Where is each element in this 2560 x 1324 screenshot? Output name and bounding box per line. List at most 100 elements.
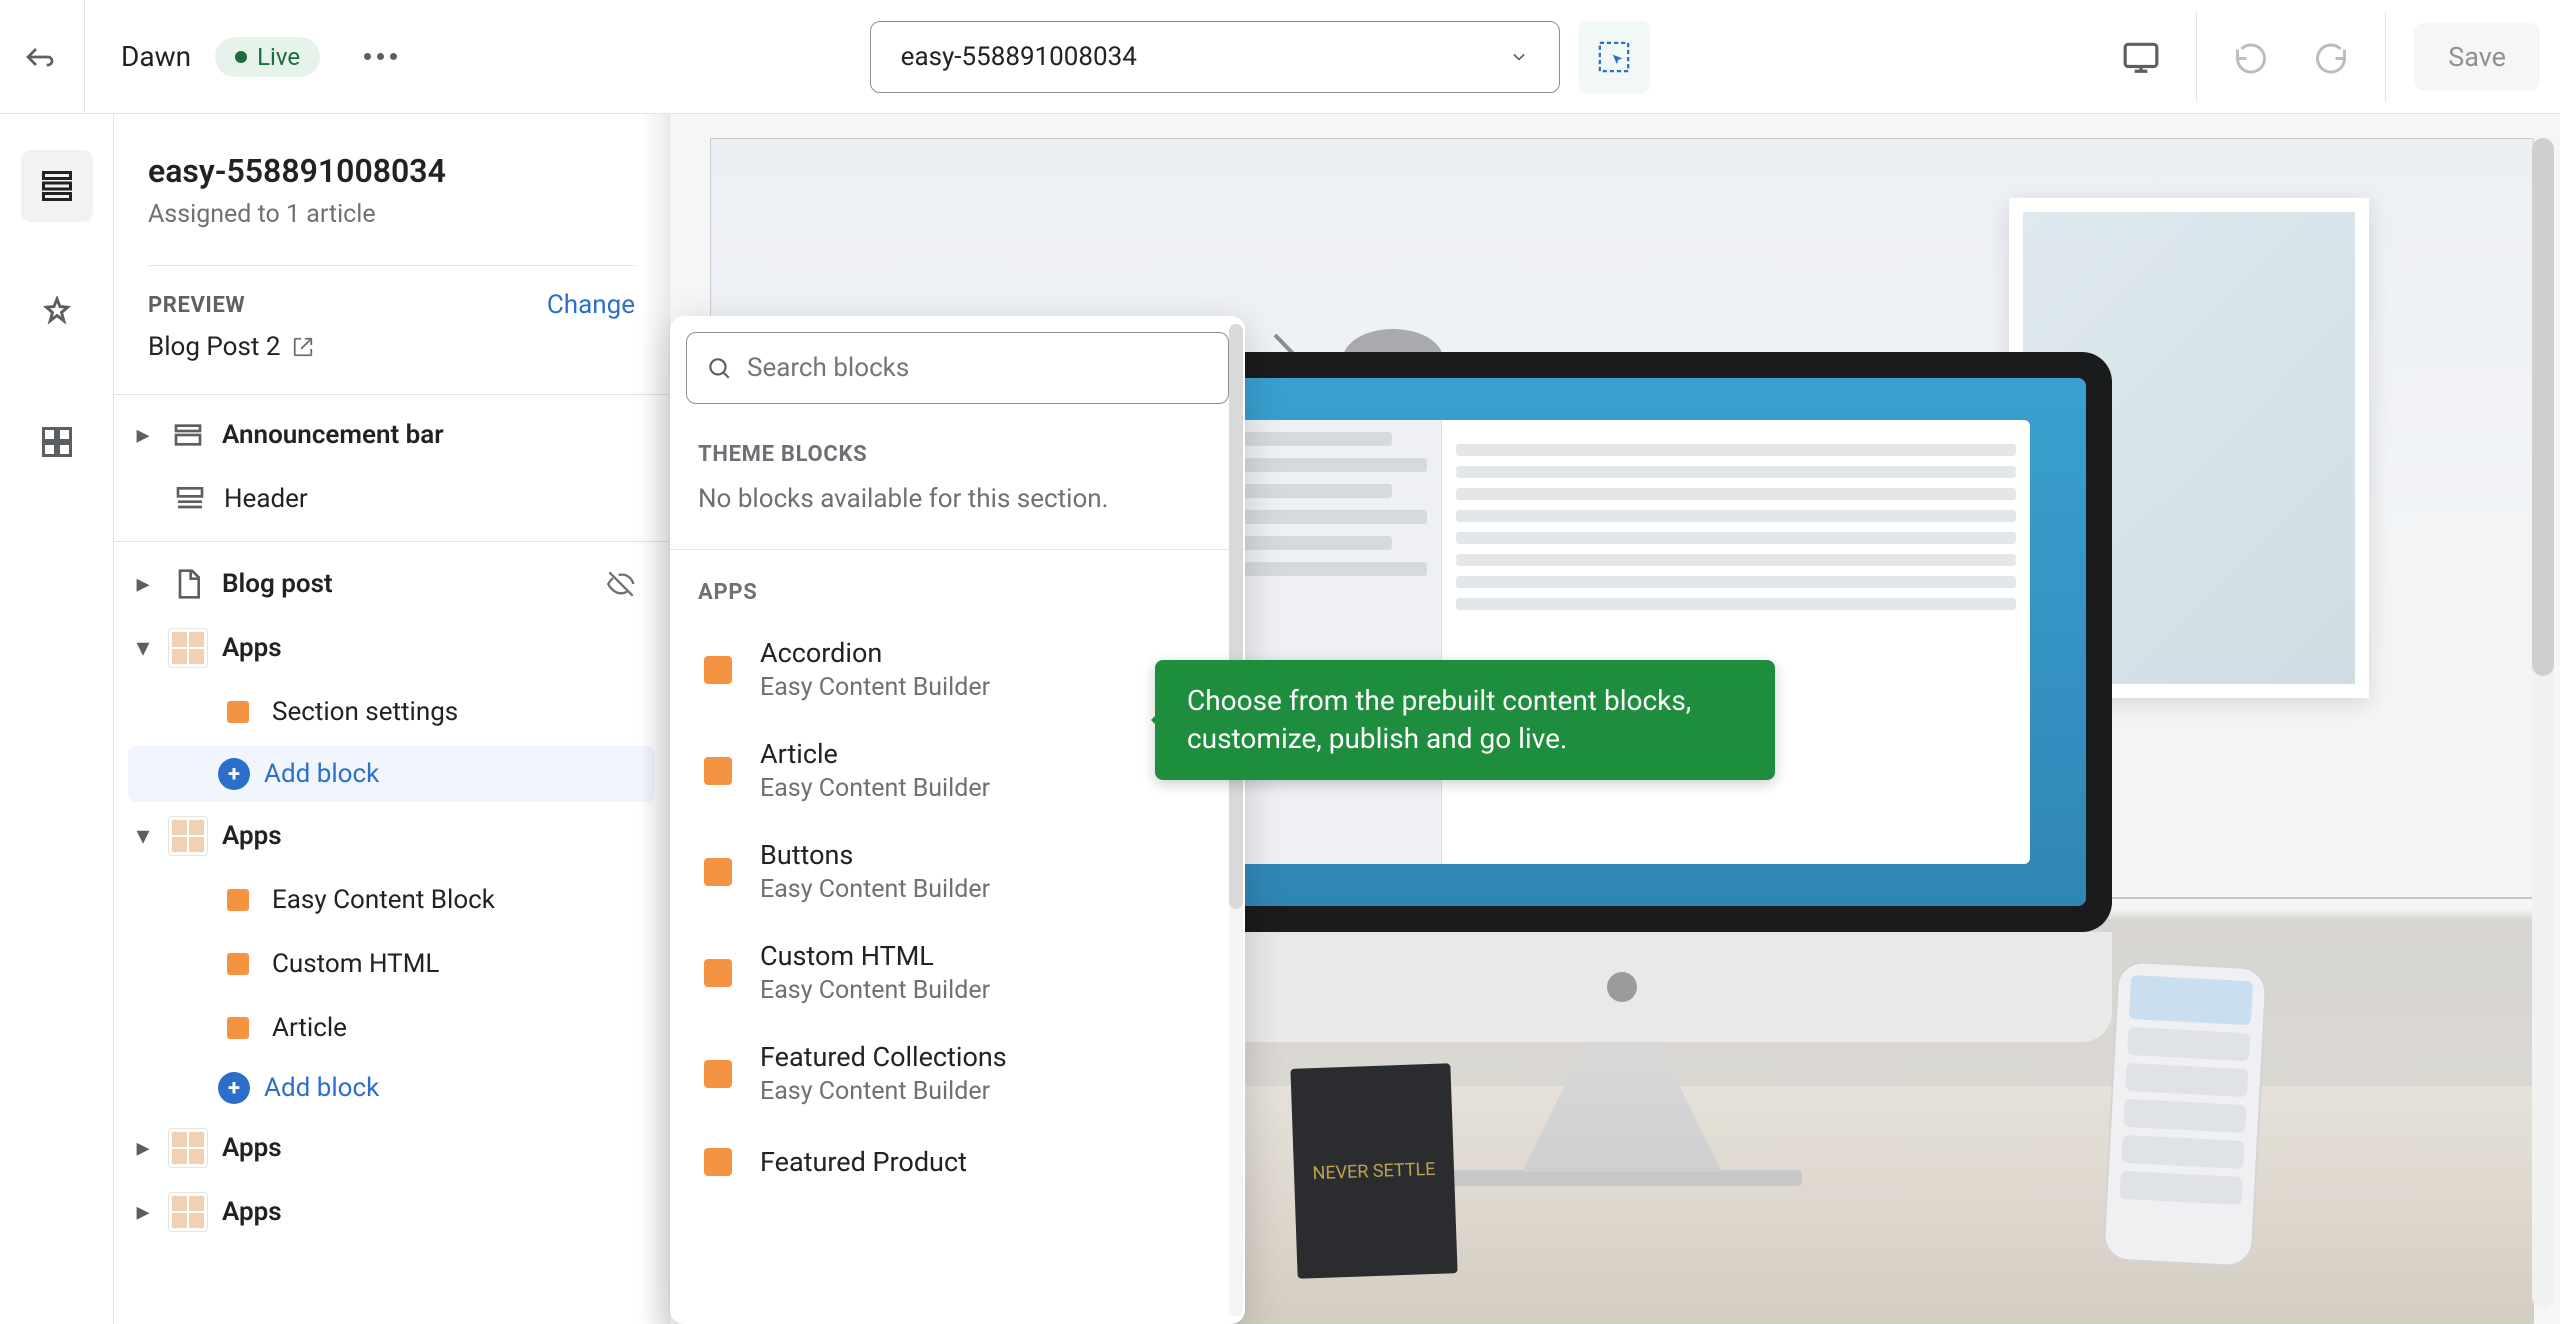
section-blog-post[interactable]: ▸ Blog post — [114, 552, 669, 616]
block-search-input[interactable] — [686, 332, 1229, 404]
block-label: Section settings — [272, 697, 458, 727]
expand-caret-icon[interactable]: ▸ — [132, 420, 154, 450]
section-header[interactable]: Header — [114, 467, 669, 531]
live-status-text: Live — [257, 43, 300, 71]
live-dot-icon — [235, 51, 247, 63]
block-option-featured-product[interactable]: Featured Product — [670, 1124, 1245, 1186]
block-picker-popover: Theme blocks No blocks available for thi… — [670, 316, 1245, 1324]
divider — [2385, 12, 2386, 102]
undo-button[interactable] — [2225, 31, 2277, 83]
app-block-icon — [218, 944, 258, 984]
app-block-icon — [698, 650, 738, 690]
section-apps-1[interactable]: ▾ Apps — [114, 616, 669, 680]
topbar-center: easy-558891008034 — [429, 21, 2090, 93]
section-label: Apps — [222, 1133, 282, 1163]
popover-scrollbar-thumb[interactable] — [1229, 324, 1243, 909]
block-label: Article — [272, 1013, 347, 1043]
device-preview-button[interactable] — [2114, 30, 2168, 84]
phone-illustration — [2102, 960, 2267, 1267]
app-block-icon — [218, 1008, 258, 1048]
external-link-icon — [292, 336, 314, 358]
apps-section-icon — [168, 1192, 208, 1232]
section-apps-4[interactable]: ▸ Apps — [114, 1180, 669, 1244]
template-selector-value: easy-558891008034 — [901, 42, 1137, 72]
plus-circle-icon: + — [218, 758, 250, 790]
preview-scrollbar-thumb[interactable] — [2532, 138, 2554, 676]
template-subtitle: Assigned to 1 article — [148, 200, 635, 229]
expand-caret-icon[interactable]: ▸ — [132, 1197, 154, 1227]
live-status-badge: Live — [215, 37, 320, 77]
app-block-icon — [698, 1142, 738, 1182]
redo-button[interactable] — [2305, 31, 2357, 83]
preview-label: Preview — [148, 293, 245, 318]
section-apps-2[interactable]: ▾ Apps — [114, 804, 669, 868]
apple-logo-icon — [1607, 972, 1637, 1002]
notebook-text: NEVER SETTLE — [1312, 1158, 1436, 1183]
preview-scrollbar-track[interactable] — [2532, 138, 2554, 1308]
header-icon — [170, 479, 210, 519]
notebook-illustration: NEVER SETTLE — [1290, 1063, 1457, 1278]
divider — [84, 0, 85, 114]
section-label: Header — [224, 484, 308, 514]
plus-circle-icon: + — [218, 1072, 250, 1104]
block-option-subtitle: Easy Content Builder — [760, 673, 990, 702]
inspector-toggle-button[interactable] — [1578, 21, 1650, 93]
collapse-caret-icon[interactable]: ▾ — [132, 633, 154, 663]
block-option-subtitle: Easy Content Builder — [760, 1077, 1007, 1106]
section-label: Apps — [222, 821, 282, 851]
divider — [148, 265, 635, 266]
block-easy-content-block[interactable]: Easy Content Block — [114, 868, 669, 932]
add-block-button[interactable]: + Add block — [114, 1060, 669, 1116]
section-apps-3[interactable]: ▸ Apps — [114, 1116, 669, 1180]
block-article[interactable]: Article — [114, 996, 669, 1060]
expand-caret-icon[interactable]: ▸ — [132, 569, 154, 599]
block-option-featured-collections[interactable]: Featured Collections Easy Content Builde… — [670, 1023, 1245, 1124]
block-option-subtitle: Easy Content Builder — [760, 875, 990, 904]
preview-resource-link[interactable]: Blog Post 2 — [114, 324, 669, 380]
block-section-settings[interactable]: Section settings — [114, 680, 669, 744]
left-nav-rail — [0, 114, 114, 1324]
section-label: Apps — [222, 633, 282, 663]
search-icon — [706, 355, 732, 381]
theme-actions-menu-button[interactable] — [356, 45, 405, 68]
section-label: Blog post — [222, 569, 333, 599]
block-option-subtitle: Easy Content Builder — [760, 976, 990, 1005]
exit-editor-button[interactable] — [20, 37, 60, 77]
block-option-title: Accordion — [760, 637, 990, 669]
save-button[interactable]: Save — [2414, 23, 2540, 91]
blog-post-icon — [168, 564, 208, 604]
block-option-title: Featured Collections — [760, 1041, 1007, 1073]
preview-resource-text: Blog Post 2 — [148, 332, 280, 362]
template-selector-dropdown[interactable]: easy-558891008034 — [870, 21, 1560, 93]
theme-name-label: Dawn — [121, 40, 191, 73]
collapse-caret-icon[interactable]: ▾ — [132, 821, 154, 851]
sections-panel-button[interactable] — [21, 150, 93, 222]
theme-blocks-empty-message: No blocks available for this section. — [670, 481, 1245, 541]
section-label: Announcement bar — [222, 420, 444, 450]
block-label: Custom HTML — [272, 949, 439, 979]
app-block-icon — [698, 1054, 738, 1094]
apps-section-icon — [168, 816, 208, 856]
expand-caret-icon[interactable]: ▸ — [132, 1133, 154, 1163]
apps-section-icon — [168, 628, 208, 668]
topbar-right: Save — [2114, 12, 2540, 102]
onboarding-tooltip: Choose from the prebuilt content blocks,… — [1155, 660, 1775, 780]
divider — [2196, 12, 2197, 102]
block-option-buttons[interactable]: Buttons Easy Content Builder — [670, 821, 1245, 922]
divider — [114, 541, 669, 542]
block-option-custom-html[interactable]: Custom HTML Easy Content Builder — [670, 922, 1245, 1023]
theme-settings-panel-button[interactable] — [21, 278, 93, 350]
block-option-title: Article — [760, 738, 990, 770]
app-embeds-panel-button[interactable] — [21, 406, 93, 478]
preview-row: Preview Change — [114, 280, 669, 324]
sidebar-header: easy-558891008034 Assigned to 1 article — [114, 114, 669, 251]
theme-blocks-heading: Theme blocks — [670, 420, 1245, 481]
visibility-hidden-icon[interactable] — [607, 570, 635, 598]
add-block-label: Add block — [264, 759, 379, 789]
add-block-button-active[interactable]: + Add block — [128, 746, 655, 802]
tooltip-text: Choose from the prebuilt content blocks,… — [1187, 684, 1691, 755]
section-announcement-bar[interactable]: ▸ Announcement bar — [114, 403, 669, 467]
change-preview-link[interactable]: Change — [547, 290, 635, 320]
block-custom-html[interactable]: Custom HTML — [114, 932, 669, 996]
apps-heading: Apps — [670, 558, 1245, 619]
